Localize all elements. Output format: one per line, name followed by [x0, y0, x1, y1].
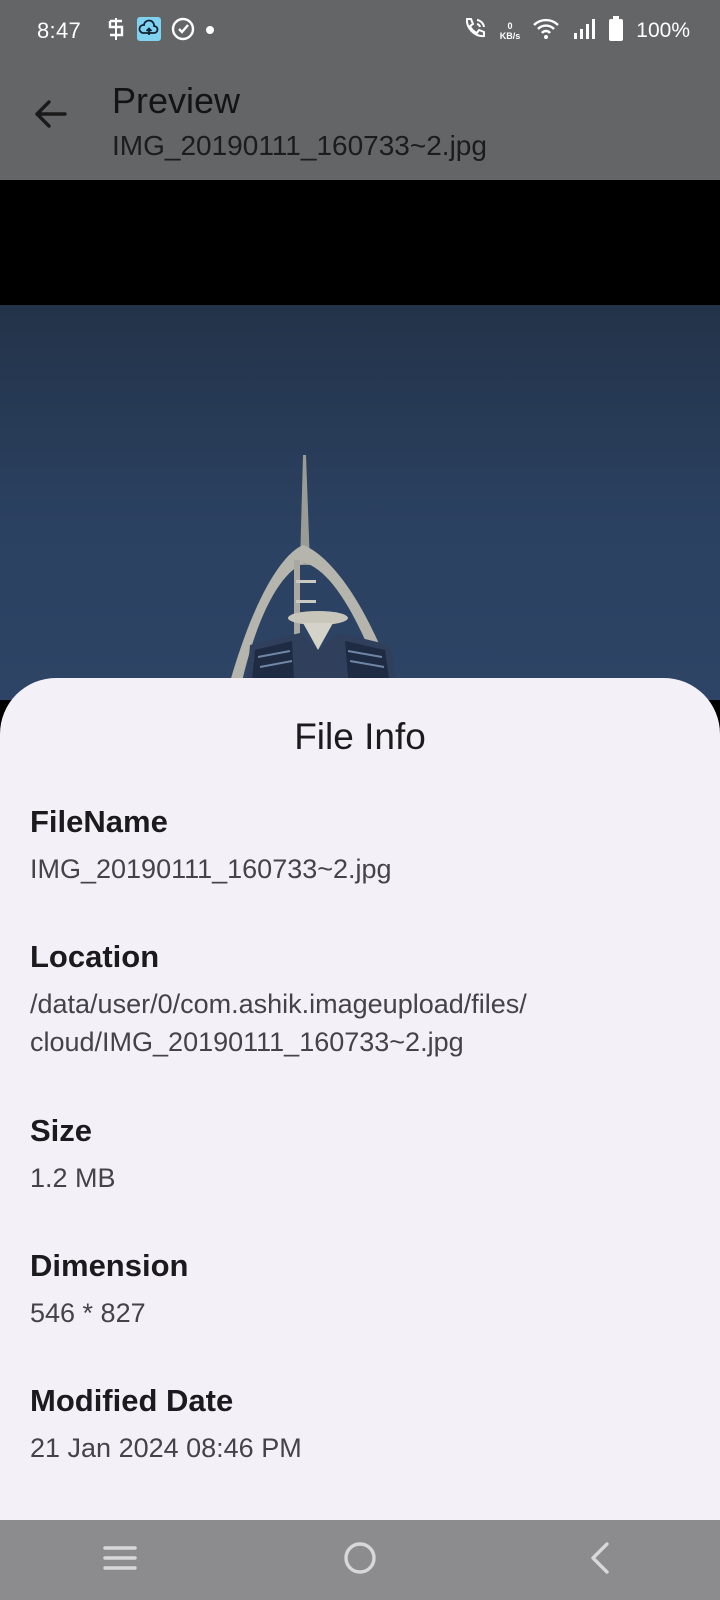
building-photo [225, 455, 400, 700]
page-subtitle: IMG_20190111_160733~2.jpg [112, 130, 487, 161]
net-speed-value: 0 [507, 21, 513, 31]
size-value: 1.2 MB [30, 1163, 116, 1193]
modified-date-value: 21 Jan 2024 08:46 PM [30, 1433, 302, 1463]
home-circle-icon [343, 1541, 377, 1580]
location-value: /data/user/0/com.ashik.imageupload/files… [30, 989, 527, 1019]
file-info-sheet: File Info FileName IMG_20190111_160733~2… [0, 678, 720, 1520]
back-button[interactable] [22, 88, 78, 144]
filename-label: FileName [30, 804, 168, 839]
arrow-back-icon [33, 99, 67, 134]
system-back-button[interactable] [555, 1525, 645, 1595]
cloud-upload-icon [137, 16, 162, 46]
s-shield-icon [105, 17, 127, 46]
c-sync-icon [171, 17, 195, 46]
dimension-label: Dimension [30, 1248, 189, 1283]
system-nav-bar [0, 1520, 720, 1600]
letterbox-band [0, 180, 720, 305]
net-speed: 0 KB/s [500, 21, 521, 41]
sheet-title: File Info [294, 716, 426, 757]
app-bar: Preview IMG_20190111_160733~2.jpg [0, 62, 720, 180]
system-icons: 0 KB/s 100% [462, 15, 690, 47]
modified-date-label: Modified Date [30, 1383, 234, 1418]
size-label: Size [30, 1113, 93, 1148]
wifi-call-icon [462, 16, 488, 47]
home-button[interactable] [315, 1525, 405, 1595]
location-label: Location [30, 939, 160, 974]
filename-value: IMG_20190111_160733~2.jpg [30, 854, 392, 884]
dimension-value: 546 * 827 [30, 1298, 146, 1328]
page-title: Preview [112, 80, 241, 121]
status-bar: 8:47 0 KB/s 100% [0, 0, 720, 62]
menu-lines-icon [102, 1543, 138, 1578]
location-value-line2: cloud/IMG_20190111_160733~2.jpg [30, 1027, 464, 1057]
battery-percent: 100% [636, 19, 690, 42]
recents-button[interactable] [75, 1525, 165, 1595]
status-time: 8:47 [37, 18, 82, 43]
wifi-icon [532, 17, 560, 46]
battery-icon [608, 15, 624, 47]
chevron-left-icon [588, 1541, 612, 1580]
net-speed-unit: KB/s [499, 31, 521, 41]
notification-icons [105, 16, 215, 46]
cell-signal-icon [572, 17, 596, 46]
image-preview[interactable] [0, 305, 720, 700]
dot-icon [205, 22, 215, 40]
